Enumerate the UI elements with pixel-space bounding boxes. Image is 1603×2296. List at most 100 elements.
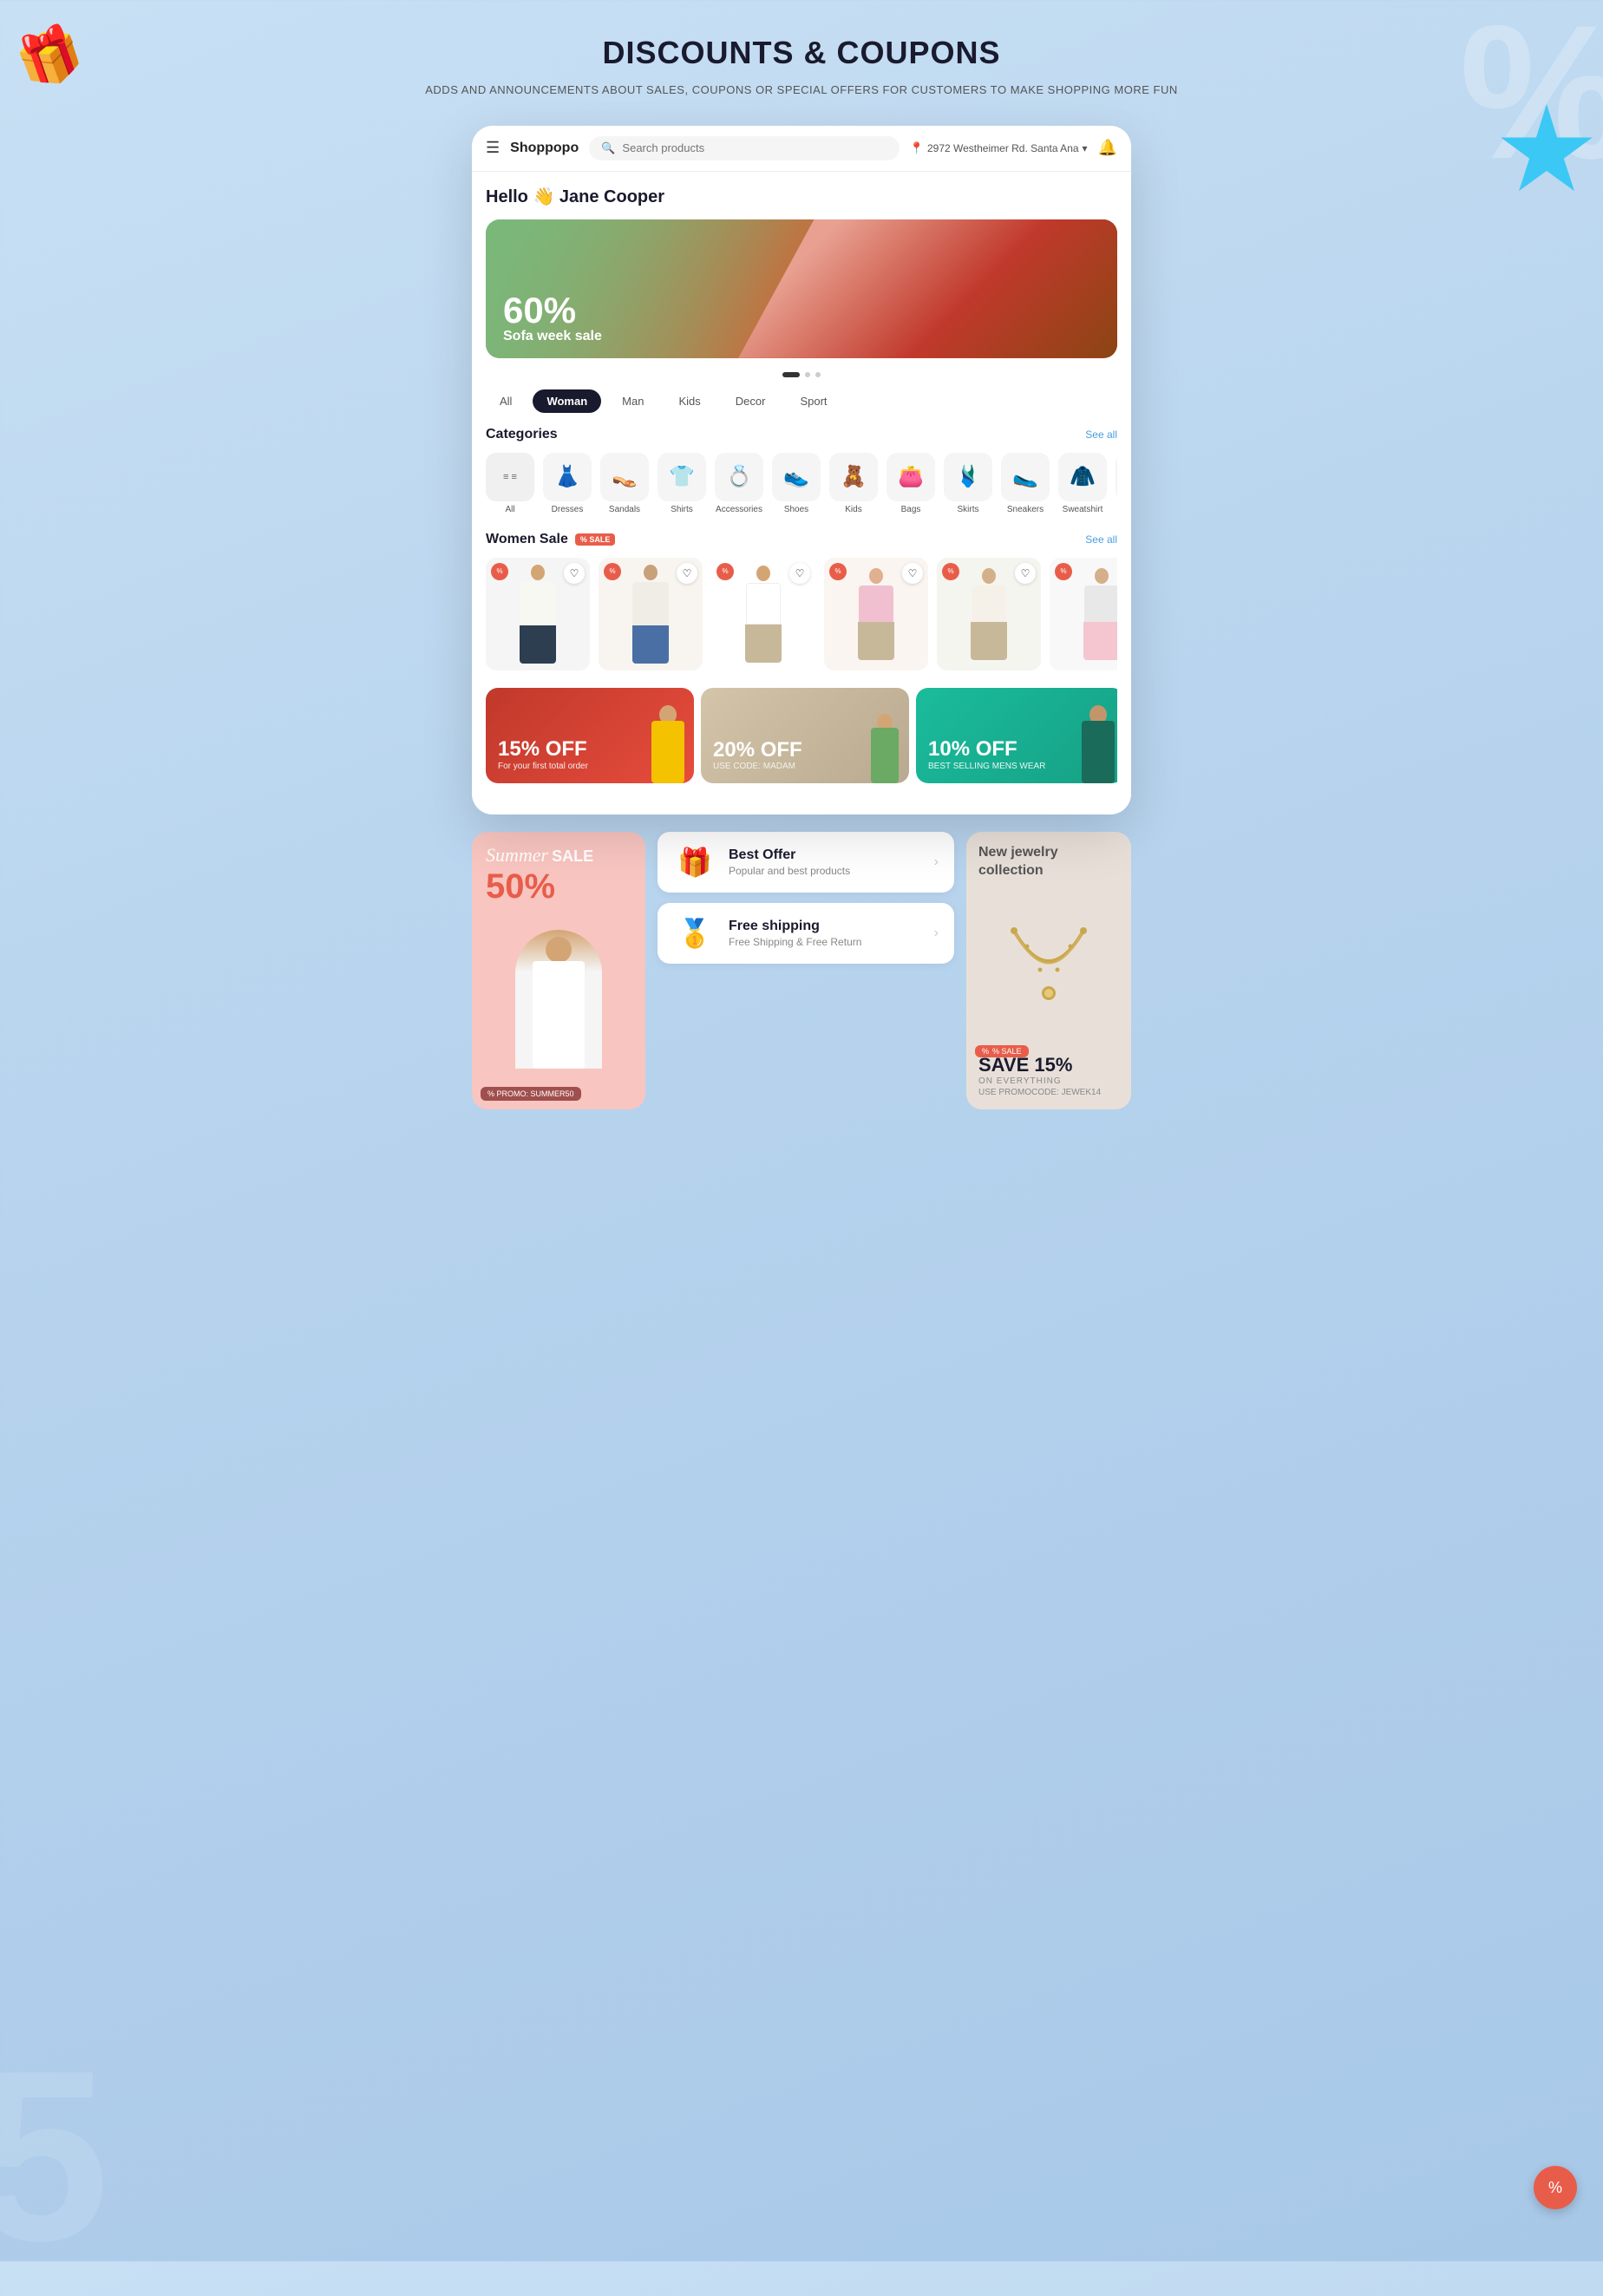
- category-accessories-label: Accessories: [716, 505, 762, 514]
- category-accessories[interactable]: 💍 Accessories: [715, 453, 763, 514]
- app-logo: Shoppopo: [510, 141, 579, 156]
- products-list: % ♡ % ♡: [486, 558, 1117, 674]
- tab-decor[interactable]: Decor: [722, 389, 780, 413]
- summer-sale-card[interactable]: Summer SALE 50% % PROMO: SUMMER50: [472, 832, 645, 1109]
- women-sale-title: Women Sale % SALE: [486, 532, 615, 547]
- product-1-figure: [520, 565, 556, 664]
- category-skirts-label: Skirts: [958, 505, 979, 514]
- search-input[interactable]: [622, 141, 887, 154]
- product-6-figure: [1083, 568, 1117, 660]
- location-text: 2972 Westheimer Rd. Santa Ana: [927, 142, 1079, 154]
- summer-promo-tag: % PROMO: SUMMER50: [481, 1087, 581, 1101]
- women-sale-header: Women Sale % SALE See all: [486, 532, 1117, 547]
- summer-figure-area: [486, 904, 631, 1096]
- category-skirts-icon: 🩱: [944, 453, 992, 501]
- category-kids[interactable]: 🧸 Kids: [829, 453, 878, 514]
- product-card-5[interactable]: % ♡: [937, 558, 1041, 670]
- product-3-heart[interactable]: ♡: [789, 563, 810, 584]
- tab-woman[interactable]: Woman: [533, 389, 601, 413]
- sale-text: SALE: [552, 847, 593, 866]
- product-3-sale-badge: %: [716, 563, 734, 580]
- category-skirts[interactable]: 🩱 Skirts: [944, 453, 992, 514]
- search-bar[interactable]: 🔍: [589, 136, 900, 160]
- category-jeans-icon: 👖: [1116, 453, 1117, 501]
- product-card-4[interactable]: % ♡: [824, 558, 928, 670]
- category-all-icon: ≡ ≡: [486, 453, 534, 501]
- jewelry-sale-badge: % % SALE: [975, 1045, 1029, 1057]
- jewelry-on-text: ON EVERYTHING: [978, 1076, 1119, 1086]
- hero-banner[interactable]: 60% Sofa week sale: [486, 219, 1117, 358]
- category-all[interactable]: ≡ ≡ All: [486, 453, 534, 514]
- category-dresses[interactable]: 👗 Dresses: [543, 453, 592, 514]
- product-card-6[interactable]: % ♡: [1050, 558, 1117, 670]
- jewelry-card[interactable]: New jewelry collection % % SALE: [966, 832, 1131, 1109]
- product-img-4: % ♡: [824, 558, 928, 670]
- category-bags-label: Bags: [901, 505, 921, 514]
- category-sandals[interactable]: 👡 Sandals: [600, 453, 649, 514]
- category-shirts-icon: 👕: [658, 453, 706, 501]
- categories-see-all[interactable]: See all: [1085, 428, 1117, 441]
- tab-all[interactable]: All: [486, 389, 526, 413]
- dot-2[interactable]: [805, 372, 810, 377]
- category-shirts[interactable]: 👕 Shirts: [658, 453, 706, 514]
- bottom-section: Summer SALE 50% % PROMO: SUMMER50 🎁 Best…: [472, 832, 1131, 1109]
- product-4-sale-badge: %: [829, 563, 847, 580]
- app-card: ☰ Shoppopo 🔍 📍 2972 Westheimer Rd. Santa…: [472, 126, 1131, 814]
- category-sweatshirt-icon: 🧥: [1058, 453, 1107, 501]
- best-offer-card[interactable]: 🎁 Best Offer Popular and best products ›: [658, 832, 954, 893]
- summer-woman-figure: [515, 930, 602, 1069]
- category-bags-icon: 👛: [887, 453, 935, 501]
- best-offer-subtitle: Popular and best products: [729, 865, 922, 877]
- category-bags[interactable]: 👛 Bags: [887, 453, 935, 514]
- category-sweatshirt[interactable]: 🧥 Sweatshirt: [1058, 453, 1107, 514]
- summer-title-row: Summer SALE: [486, 846, 631, 866]
- product-5-figure: [971, 568, 1007, 660]
- notification-bell-icon[interactable]: 🔔: [1098, 139, 1117, 157]
- product-2-sale-badge: %: [604, 563, 621, 580]
- tab-sport[interactable]: Sport: [786, 389, 841, 413]
- product-img-2: % ♡: [599, 558, 703, 670]
- sale-badge-floating[interactable]: %: [1534, 2166, 1577, 2209]
- free-shipping-text: Free shipping Free Shipping & Free Retur…: [729, 919, 922, 948]
- promo-banner-3[interactable]: 10% OFF BEST SELLING MENS WEAR: [916, 688, 1117, 783]
- product-img-1: % ♡: [486, 558, 590, 670]
- category-sneakers-label: Sneakers: [1007, 505, 1044, 514]
- menu-icon[interactable]: ☰: [486, 139, 500, 157]
- women-sale-badge: % SALE: [575, 533, 616, 546]
- product-img-6: % ♡: [1050, 558, 1117, 670]
- free-shipping-icon: 🥇: [673, 917, 716, 950]
- category-sneakers[interactable]: 🥿 Sneakers: [1001, 453, 1050, 514]
- tab-kids[interactable]: Kids: [664, 389, 714, 413]
- categories-title: Categories: [486, 427, 558, 442]
- promo-banner-2[interactable]: 20% OFF USE CODE: MADAM: [701, 688, 909, 783]
- product-1-heart[interactable]: ♡: [564, 563, 585, 584]
- category-accessories-icon: 💍: [715, 453, 763, 501]
- categories-header: Categories See all: [486, 427, 1117, 442]
- free-shipping-card[interactable]: 🥇 Free shipping Free Shipping & Free Ret…: [658, 903, 954, 964]
- tab-man[interactable]: Man: [608, 389, 658, 413]
- filter-tabs: All Woman Man Kids Decor Sport: [486, 389, 1117, 413]
- product-card-2[interactable]: % ♡: [599, 558, 703, 670]
- product-2-heart[interactable]: ♡: [677, 563, 697, 584]
- promo-1-figure: [648, 705, 687, 783]
- greeting-text: Hello 👋 Jane Cooper: [486, 186, 1117, 207]
- figure-head: [546, 937, 572, 963]
- app-content: Hello 👋 Jane Cooper 60% Sofa week sale A…: [472, 172, 1131, 814]
- category-shoes[interactable]: 👟 Shoes: [772, 453, 821, 514]
- product-4-heart[interactable]: ♡: [902, 563, 923, 584]
- dot-1[interactable]: [782, 372, 800, 377]
- product-card-1[interactable]: % ♡: [486, 558, 590, 670]
- hero-title: Sofa week sale: [503, 329, 602, 344]
- page-subtitle: ADDS AND ANNOUNCEMENTS ABOUT SALES, COUP…: [17, 82, 1586, 100]
- navbar: ☰ Shoppopo 🔍 📍 2972 Westheimer Rd. Santa…: [472, 126, 1131, 172]
- best-offer-title: Best Offer: [729, 847, 922, 863]
- product-5-heart[interactable]: ♡: [1015, 563, 1036, 584]
- category-dresses-icon: 👗: [543, 453, 592, 501]
- location-selector[interactable]: 📍 2972 Westheimer Rd. Santa Ana ▾: [910, 141, 1088, 155]
- women-sale-see-all[interactable]: See all: [1085, 533, 1117, 546]
- promo-banner-1[interactable]: 15% OFF For your first total order: [486, 688, 694, 783]
- category-jeans[interactable]: 👖 Jeans: [1116, 453, 1117, 514]
- category-kids-icon: 🧸: [829, 453, 878, 501]
- dot-3[interactable]: [815, 372, 821, 377]
- product-card-3[interactable]: % ♡: [711, 558, 815, 670]
